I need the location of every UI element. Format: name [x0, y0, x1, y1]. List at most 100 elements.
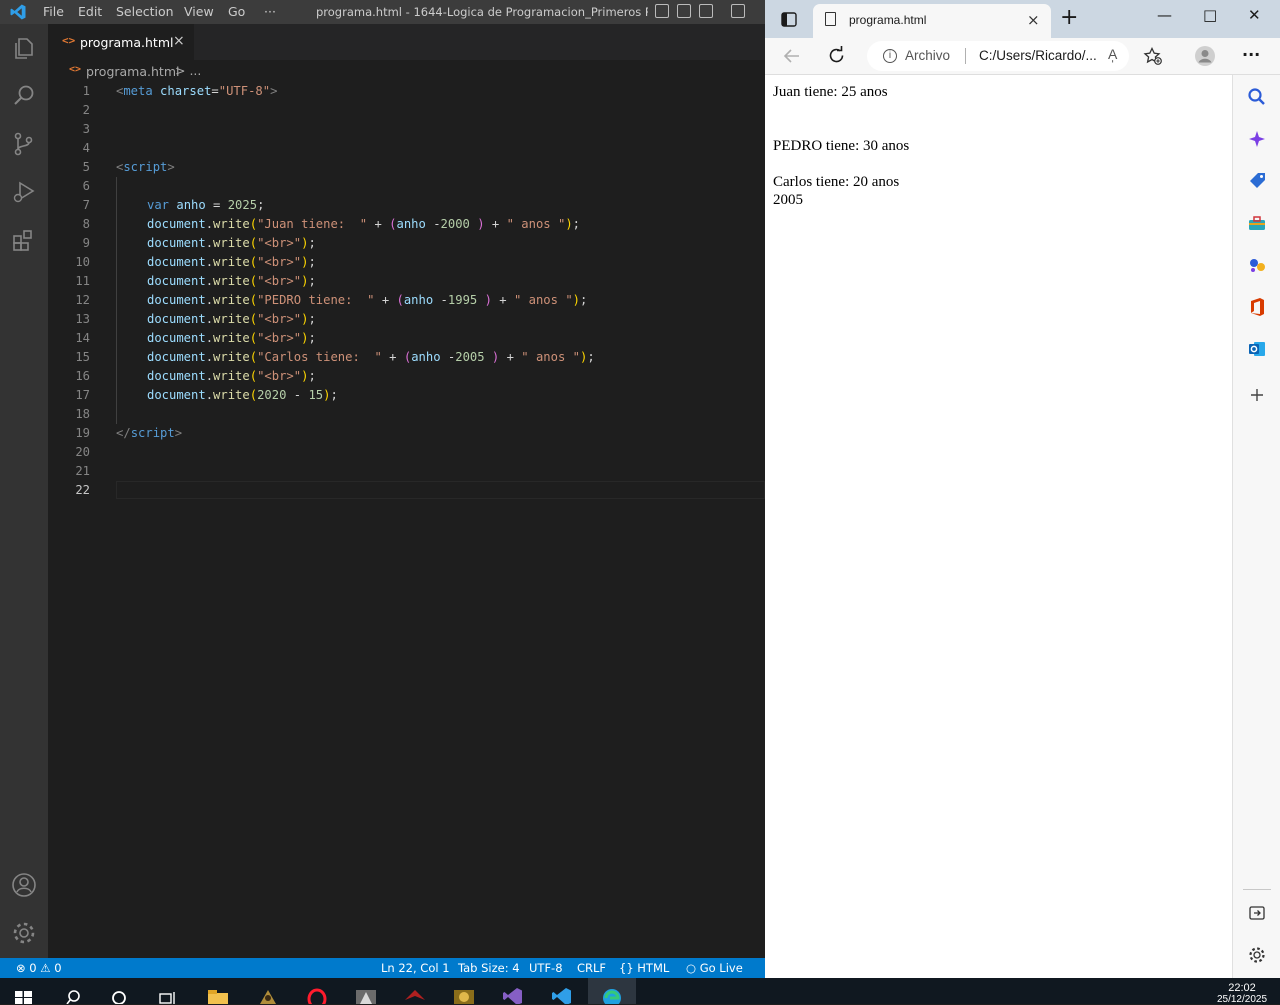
explorer-icon[interactable]	[10, 34, 38, 62]
menu-more[interactable]: ···	[264, 4, 276, 19]
edge-tab-strip: programa.html × + — □ ✕	[765, 0, 1280, 38]
run-debug-icon[interactable]	[10, 178, 38, 206]
code-line: 6	[82, 179, 90, 193]
minimize-button[interactable]: —	[1157, 6, 1172, 24]
refresh-icon[interactable]	[827, 46, 846, 65]
page-content: Juan tiene: 25 anos PEDRO tiene: 30 anos…	[773, 83, 909, 209]
code-line: 18	[75, 407, 90, 421]
edge-taskbar-active[interactable]	[588, 978, 636, 1004]
read-aloud-icon[interactable]: A̩	[1108, 46, 1117, 62]
page-break	[773, 101, 909, 119]
html-file-icon: <>	[62, 34, 76, 47]
maximize-button[interactable]: □	[1203, 6, 1217, 24]
menu-selection[interactable]: Selection	[116, 4, 174, 19]
code-line: 4	[82, 141, 90, 155]
code-editor[interactable]: 1 <meta charset="UTF-8"> 2 3 4 5 <script…	[48, 82, 765, 957]
address-bar[interactable]: i Archivo C:/Users/Ricardo/...	[867, 41, 1129, 71]
code-line: 11 document.write("<br>");	[75, 274, 316, 288]
tab-programa-html[interactable]: <> programa.html ×	[48, 24, 194, 60]
code-line: 7 var anho = 2025;	[82, 198, 265, 212]
file-explorer-icon[interactable]	[206, 986, 230, 1004]
cortana-icon[interactable]	[108, 986, 130, 1004]
sidebar-divider	[1243, 889, 1271, 890]
toggle-primary-sidebar-icon[interactable]	[655, 4, 669, 18]
search-icon[interactable]	[1247, 87, 1267, 107]
task-view-icon[interactable]	[157, 986, 179, 1004]
code-line: 14 document.write("<br>");	[75, 331, 316, 345]
end-of-line[interactable]: CRLF	[577, 961, 606, 975]
source-control-icon[interactable]	[10, 130, 38, 158]
problems-indicator[interactable]: ⊗ 0 ⚠ 0	[16, 961, 62, 975]
new-tab-button[interactable]: +	[1060, 5, 1078, 30]
breadcrumb-file[interactable]: programa.html	[86, 64, 179, 79]
code-line: 19 </script>	[75, 426, 183, 440]
game-app-icon[interactable]	[256, 986, 280, 1004]
breadcrumb-more[interactable]: > ...	[175, 63, 201, 78]
add-icon[interactable]	[1247, 385, 1267, 405]
menu-file[interactable]: File	[43, 4, 64, 19]
settings-gear-icon[interactable]	[10, 919, 38, 947]
info-icon[interactable]: i	[883, 49, 897, 63]
code-line: 20	[75, 445, 90, 459]
toggle-secondary-sidebar-icon[interactable]	[699, 4, 713, 18]
page-text-line: Juan tiene: 25 anos	[773, 84, 888, 100]
office-icon[interactable]	[1247, 297, 1267, 317]
windows-start-icon[interactable]	[14, 986, 34, 1004]
current-line-highlight	[116, 481, 765, 499]
vscode-logo-icon	[10, 4, 26, 20]
menu-edit[interactable]: Edit	[78, 4, 102, 19]
shopping-tag-icon[interactable]	[1247, 171, 1267, 191]
language-mode[interactable]: {} HTML	[619, 961, 669, 975]
code-line: 17 document.write(2020 - 15);	[75, 388, 338, 402]
address-url[interactable]: C:/Users/Ricardo/...	[979, 48, 1097, 63]
games-icon[interactable]	[1247, 255, 1267, 275]
gear-icon[interactable]	[1247, 945, 1267, 965]
cursor-position[interactable]: Ln 22, Col 1	[381, 961, 450, 975]
go-live-button[interactable]: ○ Go Live	[686, 961, 743, 975]
code-line: 2	[82, 103, 90, 117]
tools-icon[interactable]	[1247, 213, 1267, 233]
page-break	[773, 119, 909, 137]
breadcrumb: <> programa.html > ...	[48, 60, 765, 82]
game-app-icon[interactable]	[354, 986, 378, 1004]
search-icon[interactable]	[10, 82, 38, 110]
customize-layout-icon[interactable]	[731, 4, 745, 18]
opera-icon[interactable]	[305, 986, 329, 1004]
search-icon[interactable]	[62, 986, 84, 1004]
copilot-icon[interactable]	[1247, 129, 1267, 149]
system-clock[interactable]: 22:02 25/12/2025	[1213, 982, 1271, 1005]
settings-more-button[interactable]: ···	[1242, 45, 1260, 64]
toggle-panel-icon[interactable]	[677, 4, 691, 18]
window-title: programa.html - 1644-Logica de Programac…	[316, 5, 648, 19]
game-app-icon[interactable]	[452, 986, 476, 1004]
game-app-icon[interactable]	[403, 986, 427, 1004]
close-window-button[interactable]: ✕	[1248, 6, 1261, 24]
extensions-icon[interactable]	[10, 226, 38, 254]
page-text-line: 2005	[773, 192, 803, 208]
html-file-icon: <>	[69, 64, 82, 75]
menu-go[interactable]: Go	[228, 4, 245, 19]
close-icon[interactable]: ×	[1027, 11, 1040, 29]
edge-icon	[603, 989, 621, 1004]
hide-sidebar-icon[interactable]	[1247, 903, 1267, 923]
code-line: 1 <meta charset="UTF-8">	[82, 84, 278, 98]
profile-avatar-icon[interactable]	[1194, 45, 1216, 67]
outlook-icon[interactable]	[1247, 339, 1267, 359]
visual-studio-icon[interactable]	[501, 986, 525, 1004]
vscode-icon[interactable]	[550, 986, 574, 1004]
accounts-icon[interactable]	[10, 871, 38, 899]
back-arrow-icon[interactable]	[783, 48, 801, 64]
address-separator	[965, 48, 966, 64]
edge-tab-programa-html[interactable]: programa.html ×	[813, 4, 1051, 38]
tab-actions-icon[interactable]	[781, 12, 797, 27]
code-line: 16 document.write("<br>");	[75, 369, 316, 383]
menu-bar: File Edit Selection View Go ··· programa…	[0, 0, 765, 24]
edge-toolbar: i Archivo C:/Users/Ricardo/... A̩ ···	[765, 38, 1280, 75]
favorites-star-icon[interactable]	[1143, 47, 1163, 66]
page-icon	[825, 12, 836, 26]
close-icon[interactable]: ×	[173, 33, 185, 49]
page-text-line: PEDRO tiene: 30 anos	[773, 138, 910, 154]
tab-size[interactable]: Tab Size: 4	[458, 961, 520, 975]
menu-view[interactable]: View	[184, 4, 214, 19]
encoding[interactable]: UTF-8	[529, 961, 563, 975]
